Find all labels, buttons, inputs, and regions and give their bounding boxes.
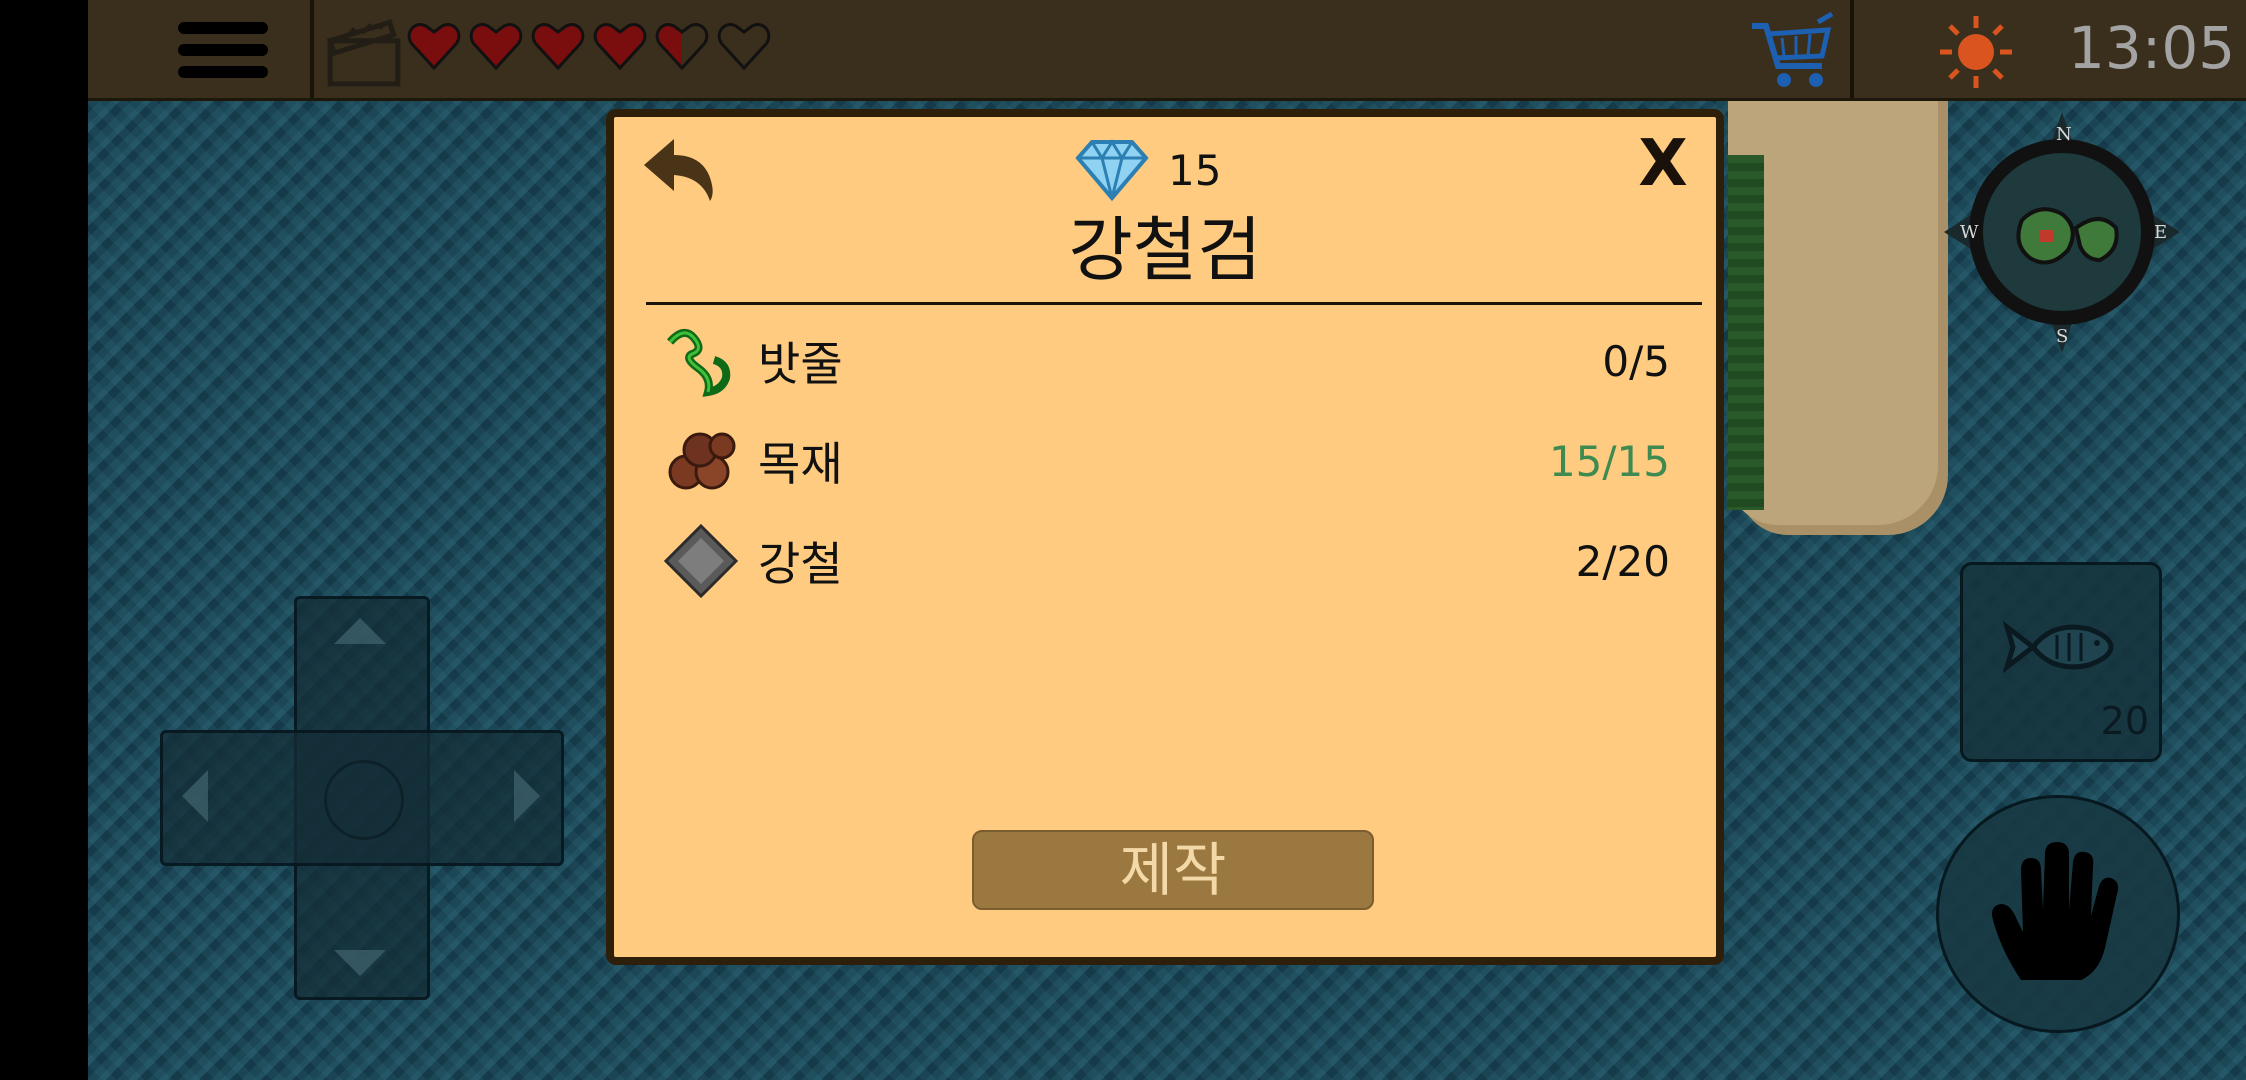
heart-full-icon [469,23,523,71]
heart-full-icon [593,23,647,71]
shop-cart-icon[interactable] [1748,8,1838,92]
gem-cost: 15 [1074,135,1221,205]
divider [646,302,1702,305]
heart-full-icon [531,23,585,71]
heart-empty-icon [717,23,771,71]
requirement-row: 강철 2/20 [664,511,1670,611]
gem-cost-value: 15 [1168,145,1222,195]
dpad-right-arrow[interactable] [514,770,540,822]
heart-full-icon [407,23,461,71]
crafting-dialog: 15 X 강철검 밧줄 0/5 목재 15/15 강철 2/20 제작 [606,109,1724,965]
sun-daytime-icon [1940,16,2012,88]
requirement-count: 0/5 [1602,336,1670,386]
fish-icon [2003,620,2114,674]
requirement-row: 목재 15/15 [664,411,1670,511]
svg-text:E: E [2154,222,2167,243]
dpad-down-arrow[interactable] [334,950,386,976]
crafting-item-title: 강철검 [1068,209,1262,291]
video-ad-clapperboard-icon[interactable] [324,8,406,90]
menu-icon [178,22,268,34]
heart-half-icon [655,23,709,71]
hand-icon [1992,842,2119,980]
back-arrow-icon[interactable] [640,135,720,205]
svg-text:W: W [1960,222,1979,243]
fish-quantity: 20 [2100,699,2149,743]
dpad-left-arrow[interactable] [182,770,208,822]
dpad-controller [160,596,564,1000]
compass-minimap[interactable]: N S W E [1940,110,2185,355]
interact-hand-button[interactable] [1936,795,2180,1033]
craft-button[interactable]: 제작 [972,830,1374,910]
rope-icon [666,328,731,397]
requirement-name: 밧줄 [758,337,843,391]
requirement-name: 강철 [758,537,843,591]
requirement-name: 목재 [758,437,843,491]
diamond-gem-icon [1075,139,1149,202]
close-button[interactable]: X [1632,129,1694,199]
requirements-list: 밧줄 0/5 목재 15/15 강철 2/20 [664,311,1670,611]
requirement-count: 15/15 [1548,436,1670,486]
game-clock: 13:05 [2068,14,2236,82]
menu-button[interactable] [148,10,298,90]
island-grass [1728,155,1764,510]
requirement-row: 밧줄 0/5 [664,311,1670,411]
quick-item-slot-fish[interactable]: 20 [1960,562,2162,762]
requirement-count: 2/20 [1575,536,1670,586]
svg-text:S: S [2056,326,2068,347]
island [1728,70,1938,525]
health-hearts [406,18,772,74]
dpad-up-arrow[interactable] [334,618,386,644]
svg-text:N: N [2056,124,2072,145]
wood-icon [668,432,736,490]
top-hud-bar: 13:05 [88,0,2246,101]
steel-icon [664,524,738,598]
